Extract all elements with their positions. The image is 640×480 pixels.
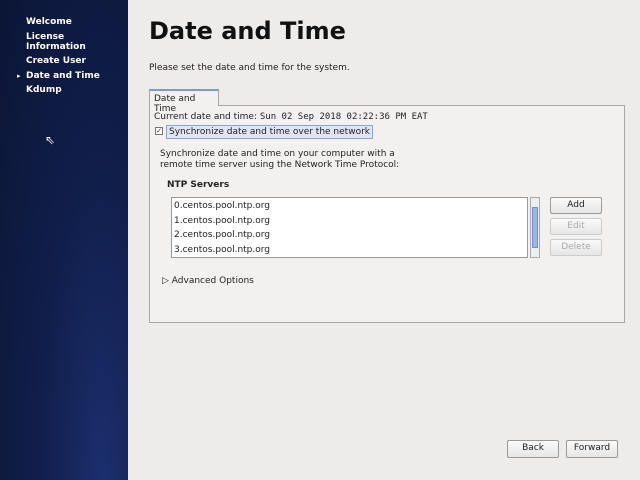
back-button[interactable]: Back	[507, 440, 559, 458]
sidebar-item-date-time[interactable]: Date and Time	[26, 71, 100, 81]
mouse-cursor-icon: ⇖	[45, 133, 56, 147]
current-datetime-value: Sun 02 Sep 2018 02:22:36 PM EAT	[259, 112, 428, 122]
scrollbar-thumb[interactable]	[532, 207, 538, 248]
page-subtitle: Please set the date and time for the sys…	[149, 63, 350, 73]
list-scrollbar[interactable]	[530, 197, 540, 258]
list-item[interactable]: 2.centos.pool.ntp.org	[174, 228, 525, 243]
sidebar-item-kdump[interactable]: Kdump	[26, 85, 62, 95]
delete-button[interactable]: Delete	[550, 239, 602, 256]
list-item[interactable]: 3.centos.pool.ntp.org	[174, 243, 525, 258]
expander-triangle-icon: ▷	[162, 276, 169, 286]
advanced-options-expander[interactable]: ▷ Advanced Options	[162, 276, 254, 286]
forward-button[interactable]: Forward	[566, 440, 618, 458]
ntp-description: Synchronize date and time on your comput…	[160, 149, 400, 170]
sync-checkbox[interactable]: ✓	[155, 127, 163, 135]
list-item[interactable]: 0.centos.pool.ntp.org	[174, 199, 525, 214]
list-item[interactable]: 1.centos.pool.ntp.org	[174, 214, 525, 229]
sidebar-item-license[interactable]: License Information	[26, 32, 96, 52]
tab-date-time[interactable]: Date and Time	[149, 89, 219, 114]
edit-button[interactable]: Edit	[550, 218, 602, 235]
sidebar-item-create-user[interactable]: Create User	[26, 56, 86, 66]
ntp-heading: NTP Servers	[167, 180, 230, 190]
sync-checkbox-label[interactable]: Synchronize date and time over the netwo…	[166, 125, 373, 139]
sidebar: Welcome License Information Create User …	[0, 0, 128, 480]
add-button[interactable]: Add	[550, 197, 602, 214]
advanced-options-label: Advanced Options	[171, 276, 254, 286]
current-datetime: Current date and time: Sun 02 Sep 2018 0…	[154, 112, 428, 122]
page-title: Date and Time	[149, 17, 346, 45]
ntp-server-list[interactable]: 0.centos.pool.ntp.org 1.centos.pool.ntp.…	[171, 197, 528, 258]
sidebar-item-welcome[interactable]: Welcome	[26, 17, 72, 27]
current-step-arrow-icon: ▸	[17, 72, 21, 80]
